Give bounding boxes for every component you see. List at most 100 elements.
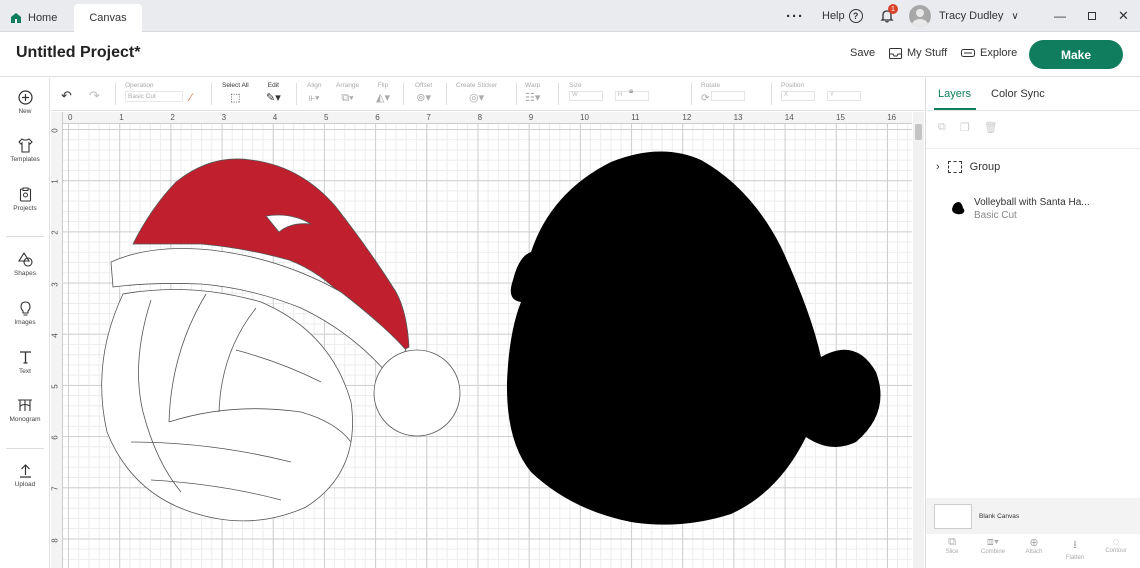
more-menu-icon[interactable]: ··· [786,0,804,32]
maximize-button[interactable] [1088,0,1096,32]
sidebar-item-text[interactable]: Text [0,350,50,375]
ruler-y-label: 1 [51,179,60,184]
design-canvas[interactable] [51,112,912,568]
project-title[interactable]: Untitled Project* [16,44,140,62]
silhouette-design[interactable] [506,151,881,525]
combine-icon: ⧈▾ [986,536,1000,548]
ruler-y-label: 3 [51,281,60,287]
tab-color-sync[interactable]: Color Sync [991,88,1045,100]
edit-button[interactable]: Edit ✎▾ [266,82,281,104]
create-sticker-label: Create Sticker [456,82,498,89]
select-all-button[interactable]: Select All ⬚ [222,82,249,104]
flip-button[interactable]: Flip ◭▾ [376,82,390,104]
sidebar-item-shapes[interactable]: Shapes [0,252,50,277]
offset-button[interactable]: Offset ⊚▾ [415,82,432,104]
position-group: Position X Y [781,82,861,101]
ruler-x-label: 5 [324,113,329,122]
slice-button[interactable]: ⧉ Slice [934,536,970,555]
tab-home[interactable]: Home [10,4,72,32]
lock-icon[interactable]: 🔒︎ [629,86,633,96]
x-field[interactable]: X [781,91,815,101]
duplicate-icon[interactable]: ❐ [960,121,970,134]
operation-value: Basic Cut [125,91,183,102]
operation-select[interactable]: Operation Basic Cut [125,82,183,102]
ruler-x-label: 8 [477,113,483,122]
shirt-icon [17,138,33,153]
tab-canvas[interactable]: Canvas [74,4,142,32]
create-sticker-button[interactable]: Create Sticker ◎▾ [456,82,497,104]
warp-button[interactable]: Warp ☷▾ [525,82,540,104]
pencil-icon: ✎▾ [266,92,281,104]
sidebar-label: Monogram [9,416,41,423]
contour-button[interactable]: ◌ Contour [1098,536,1134,554]
warp-label: Warp [525,82,541,89]
attach-button[interactable]: ⊕ Attach [1016,536,1052,555]
save-button[interactable]: Save [850,47,875,59]
ruler-y-label: 7 [51,486,60,492]
project-bar: Untitled Project* Save My Stuff Explore … [0,32,1140,77]
horizontal-ruler: 0 1 2 3 4 5 6 7 8 9 10 11 12 13 14 15 16 [51,112,912,124]
blank-canvas-swatch[interactable] [934,504,972,529]
tab-color-sync-label: Color Sync [991,88,1045,100]
chevron-right-icon[interactable]: › [936,161,940,173]
sidebar-divider [6,448,44,449]
help-icon: ? [848,9,863,23]
sidebar-item-templates[interactable]: Templates [0,138,50,163]
layer-row[interactable]: Volleyball with Santa Ha... Basic Cut [950,197,1090,221]
arrange-label: Arrange [336,82,360,89]
save-label: Save [850,47,876,59]
monogram-icon [18,399,32,411]
flatten-button[interactable]: ⭳ Flatten [1057,536,1093,561]
make-button[interactable]: Make [1029,40,1123,69]
help-button[interactable]: Help ? [822,0,863,32]
y-field[interactable]: Y [826,91,861,101]
help-label: Help [822,10,845,22]
ruler-x-label: 11 [631,113,640,122]
explore-button[interactable]: Explore [961,47,1017,59]
canvas-scrollbar[interactable] [913,112,924,568]
sidebar-item-monogram[interactable]: Monogram [0,398,50,423]
pen-color-icon[interactable]: ∕ [190,92,192,104]
toolbar-divider [691,83,692,105]
scrollbar-thumb[interactable] [915,124,922,140]
layer-group-row[interactable]: › Group [936,161,1000,173]
select-all-label: Select All [222,82,249,89]
slice-label: Slice [945,549,959,555]
user-menu[interactable]: Tracy Dudley ∨ [909,0,1019,32]
rotate-field[interactable] [711,91,746,101]
width-label: W [572,92,578,98]
minimize-button[interactable]: — [1054,0,1066,32]
slice-icon: ⧉ [948,536,956,548]
width-field[interactable]: W [569,91,603,101]
my-stuff-button[interactable]: My Stuff [889,47,947,59]
align-icon: ⫦▾ [308,92,320,104]
sidebar-item-projects[interactable]: Projects [0,187,50,212]
avatar [909,5,931,27]
redo-icon[interactable]: ↷ [89,88,100,104]
align-label: Align [307,82,322,89]
left-sidebar: New Templates Projects Shapes Images Tex… [0,78,50,568]
layers-panel: Layers Color Sync ⧉ ❐ 🗑︎ › Group Volleyb… [925,78,1140,568]
volleyball-santa-design[interactable] [101,158,461,522]
ruler-x-label: 14 [784,113,794,122]
sidebar-label: Projects [13,205,37,212]
sidebar-item-new[interactable]: New [0,90,50,115]
arrange-button[interactable]: Arrange ⧉▾ [336,82,359,104]
blank-canvas-label: Blank Canvas [979,513,1020,520]
plus-circle-icon [17,90,33,105]
notifications-button[interactable]: 1 [879,0,898,32]
trash-icon[interactable]: 🗑︎ [984,121,998,134]
sidebar-item-upload[interactable]: Upload [0,463,50,488]
combine-button[interactable]: ⧈▾ Combine [975,536,1011,555]
align-button[interactable]: Align ⫦▾ [307,82,321,104]
toolbar-divider [771,83,772,105]
tab-layers[interactable]: Layers [934,88,976,110]
group-icon[interactable]: ⧉ [938,121,946,134]
ruler-x-label: 13 [733,113,743,122]
close-icon[interactable]: ✕ [1118,0,1129,32]
undo-icon[interactable]: ↶ [61,88,72,104]
toolbar-divider [115,83,116,105]
ruler-y-label: 6 [51,435,60,440]
sidebar-item-images[interactable]: Images [0,301,50,326]
text-icon [19,351,31,364]
